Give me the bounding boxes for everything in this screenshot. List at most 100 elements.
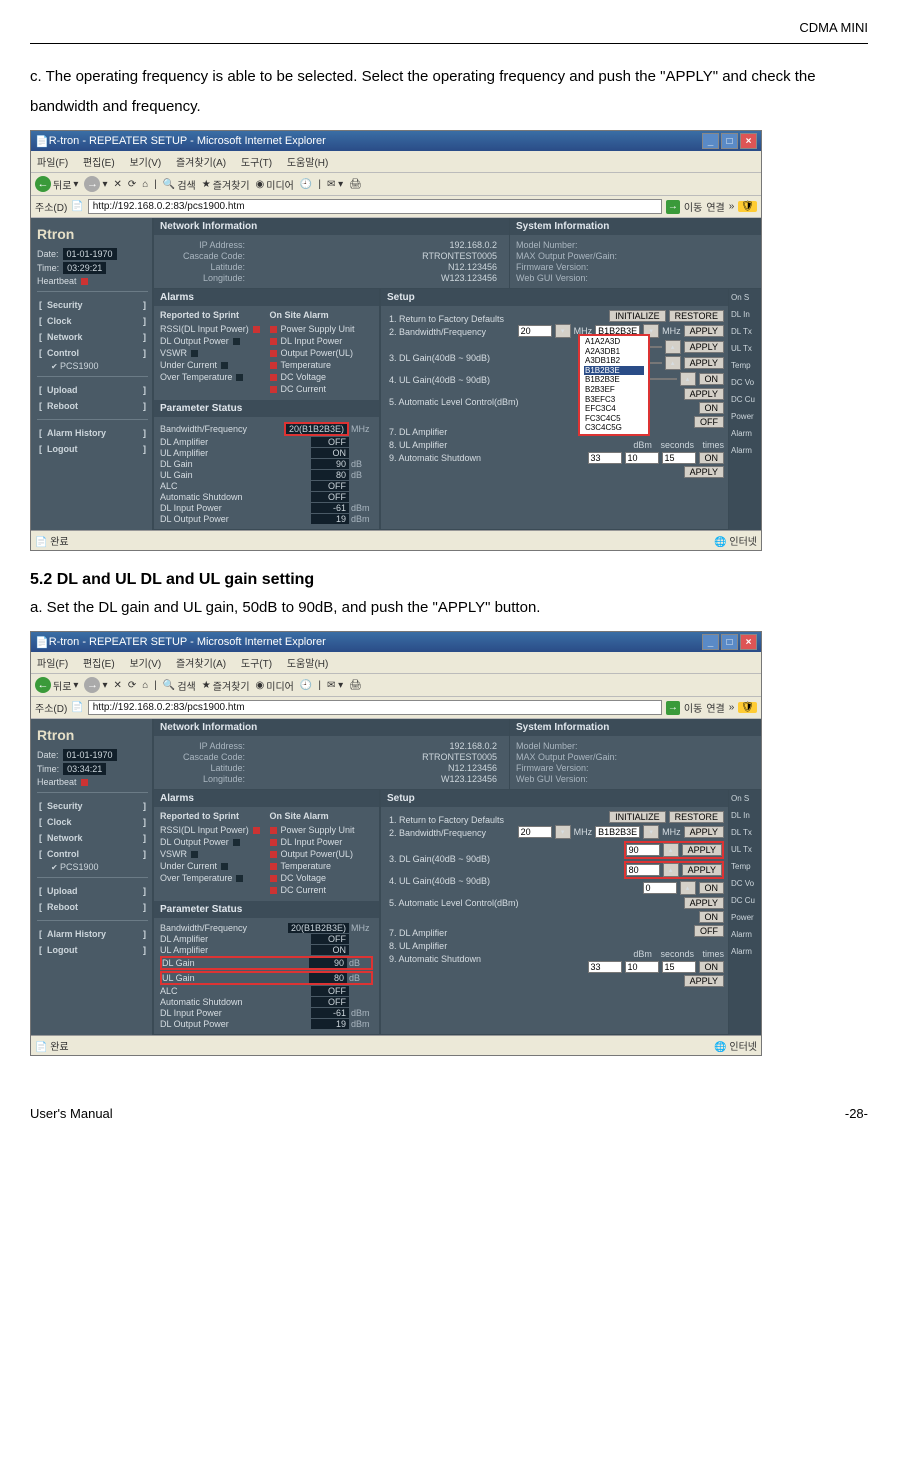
max-button[interactable]: □ <box>721 133 738 149</box>
addr-label: 주소(D) <box>35 199 67 214</box>
window-titlebar: 📄 R-tron - REPEATER SETUP - Microsoft In… <box>31 131 761 151</box>
url-input[interactable]: http://192.168.0.2:83/pcs1900.htm <box>88 199 662 214</box>
asd-dbm-input[interactable]: 33 <box>588 452 622 464</box>
paragraph-c: c. The operating frequency is able to be… <box>30 62 868 122</box>
nav-reboot[interactable]: [ Reboot] <box>37 398 148 414</box>
mail-button[interactable]: ✉ ▾ <box>327 179 343 190</box>
apply-dlgain-button[interactable]: APPLY <box>684 341 724 353</box>
forward-button[interactable]: → ▾ <box>84 176 107 192</box>
ul-amp-off-button[interactable]: OFF <box>694 416 724 428</box>
go-button[interactable]: → <box>666 701 680 715</box>
nav-network[interactable]: [ Network] <box>37 329 148 345</box>
bw-dropdown-icon[interactable]: ▾ <box>555 324 571 338</box>
alarms-panel: Alarms Reported to Sprint On Site Alarm … <box>153 289 380 530</box>
alc-on-button[interactable]: ON <box>699 373 725 385</box>
restore-button[interactable]: RESTORE <box>669 310 724 322</box>
logo: Rtron <box>37 226 148 242</box>
status-bar: 📄 완료 🌐 인터넷 <box>31 530 761 550</box>
print-button[interactable]: 🖨 <box>349 179 362 190</box>
cascade-value: RTRONTEST0005 <box>251 251 503 261</box>
menu-fav[interactable]: 즐겨찾기(A) <box>176 158 226 169</box>
min-button[interactable]: _ <box>702 133 719 149</box>
spinner-icon[interactable]: ▴ <box>665 340 681 354</box>
app-icon: 📄 <box>35 135 49 148</box>
initialize-button[interactable]: INITIALIZE <box>609 811 666 823</box>
apply-dlgain-button[interactable]: APPLY <box>682 844 722 856</box>
fw-label: Firmware Version: <box>516 262 595 272</box>
header-rule <box>30 43 868 44</box>
min-button[interactable]: _ <box>702 634 719 650</box>
heartbeat-icon <box>81 278 88 285</box>
back-button[interactable]: ←뒤로 ▾ <box>35 677 78 693</box>
ip-label: IP Address: <box>160 240 251 250</box>
address-bar: 주소(D) 📄 http://192.168.0.2:83/pcs1900.ht… <box>31 697 761 719</box>
menu-file[interactable]: 파일(F) <box>37 158 68 169</box>
nav-control-sub[interactable]: PCS1900 <box>37 361 148 371</box>
search-button[interactable]: 🔍검색 <box>163 177 196 192</box>
nav-clock[interactable]: [ Clock] <box>37 313 148 329</box>
network-info-panel: Network Information IP Address:192.168.0… <box>153 218 509 289</box>
lon-label: Longitude: <box>160 273 251 283</box>
nav-upload[interactable]: [ Upload] <box>37 382 148 398</box>
asd-times-input[interactable]: 15 <box>662 452 696 464</box>
norton-icon[interactable]: 🛡 <box>738 201 757 212</box>
history-button[interactable]: 🕘 <box>300 179 312 190</box>
ul-gain-input[interactable]: 80 <box>626 864 660 876</box>
setup-header: Setup <box>381 289 728 306</box>
nav-control[interactable]: [ Control] <box>37 345 148 361</box>
onset-panel: On S DL In DL Tx UL Tx Temp DC Vo DC Cu … <box>728 289 761 530</box>
footer-right: -28- <box>845 1106 868 1121</box>
lat-value: N12.123456 <box>251 262 503 272</box>
spinner-icon[interactable]: ▴ <box>665 356 681 370</box>
restore-button[interactable]: RESTORE <box>669 811 724 823</box>
url-input[interactable]: http://192.168.0.2:83/pcs1900.htm <box>88 700 662 715</box>
bw-freq-value: 20(B1B2B3E) <box>284 422 349 436</box>
bw-input[interactable]: 20 <box>518 325 552 337</box>
nav-alarm-history[interactable]: [ Alarm History] <box>37 425 148 441</box>
dl-amp-on-button[interactable]: ON <box>699 402 725 414</box>
time-value-2: 03:34:21 <box>63 763 106 775</box>
forward-button[interactable]: → ▾ <box>84 677 107 693</box>
asd-sec-input[interactable]: 10 <box>625 452 659 464</box>
apply-bw-button[interactable]: APPLY <box>684 325 724 337</box>
links-label[interactable]: 연결 <box>706 199 724 214</box>
fav-button[interactable]: ★즐겨찾기 <box>202 177 250 192</box>
status-right: 인터넷 <box>729 537 757 548</box>
time-label: Time: <box>37 263 59 273</box>
close-button[interactable]: × <box>740 634 757 650</box>
nav-security[interactable]: [ Security] <box>37 297 148 313</box>
lat-label: Latitude: <box>160 262 251 272</box>
asd-on-button[interactable]: ON <box>699 452 725 464</box>
asd-apply-button[interactable]: APPLY <box>684 466 724 478</box>
apply-alc-button[interactable]: APPLY <box>684 388 724 400</box>
refresh-button[interactable]: ⟳ <box>128 179 136 190</box>
cascade-label: Cascade Code: <box>160 251 251 261</box>
nav-logout[interactable]: [ Logout] <box>37 441 148 457</box>
freq-dropdown-open[interactable]: A1A2A3D A2A3DB1 A3DB1B2 B1B2B3E B1B2B3E … <box>578 334 650 436</box>
max-button[interactable]: □ <box>721 634 738 650</box>
page-footer: User's Manual -28- <box>30 1106 868 1121</box>
go-button[interactable]: → <box>666 200 680 214</box>
close-button[interactable]: × <box>740 133 757 149</box>
initialize-button[interactable]: INITIALIZE <box>609 310 666 322</box>
sidebar: Rtron Date:01-01-1970 Time:03:29:21 Hear… <box>31 218 153 530</box>
back-button[interactable]: ←뒤로 ▾ <box>35 176 78 192</box>
section-5-2-title: 5.2 DL and UL DL and UL gain setting <box>30 571 868 589</box>
dl-gain-ctrl-highlight: 90▴APPLY <box>624 841 724 859</box>
menu-view[interactable]: 보기(V) <box>129 158 161 169</box>
alarm-right-col: Power Supply Unit DL Input Power Output … <box>270 322 374 396</box>
menu-tools[interactable]: 도구(T) <box>241 158 272 169</box>
menu-edit[interactable]: 편집(E) <box>83 158 115 169</box>
menu-help[interactable]: 도움말(H) <box>287 158 328 169</box>
apply-ulgain-button[interactable]: APPLY <box>682 864 722 876</box>
spinner-icon[interactable]: ▴ <box>680 372 696 386</box>
stop-button[interactable]: ✕ <box>113 179 121 190</box>
media-button[interactable]: ◉미디어 <box>256 177 294 192</box>
menubar: 파일(F) 편집(E) 보기(V) 즐겨찾기(A) 도구(T) 도움말(H) <box>31 652 761 674</box>
dl-gain-input[interactable]: 90 <box>626 844 660 856</box>
heartbeat-label: Heartbeat <box>37 276 77 286</box>
screenshot-2: 📄 R-tron - REPEATER SETUP - Microsoft In… <box>30 631 762 1056</box>
home-button[interactable]: ⌂ <box>142 179 148 190</box>
footer-left: User's Manual <box>30 1106 113 1121</box>
apply-ulgain-button[interactable]: APPLY <box>684 357 724 369</box>
